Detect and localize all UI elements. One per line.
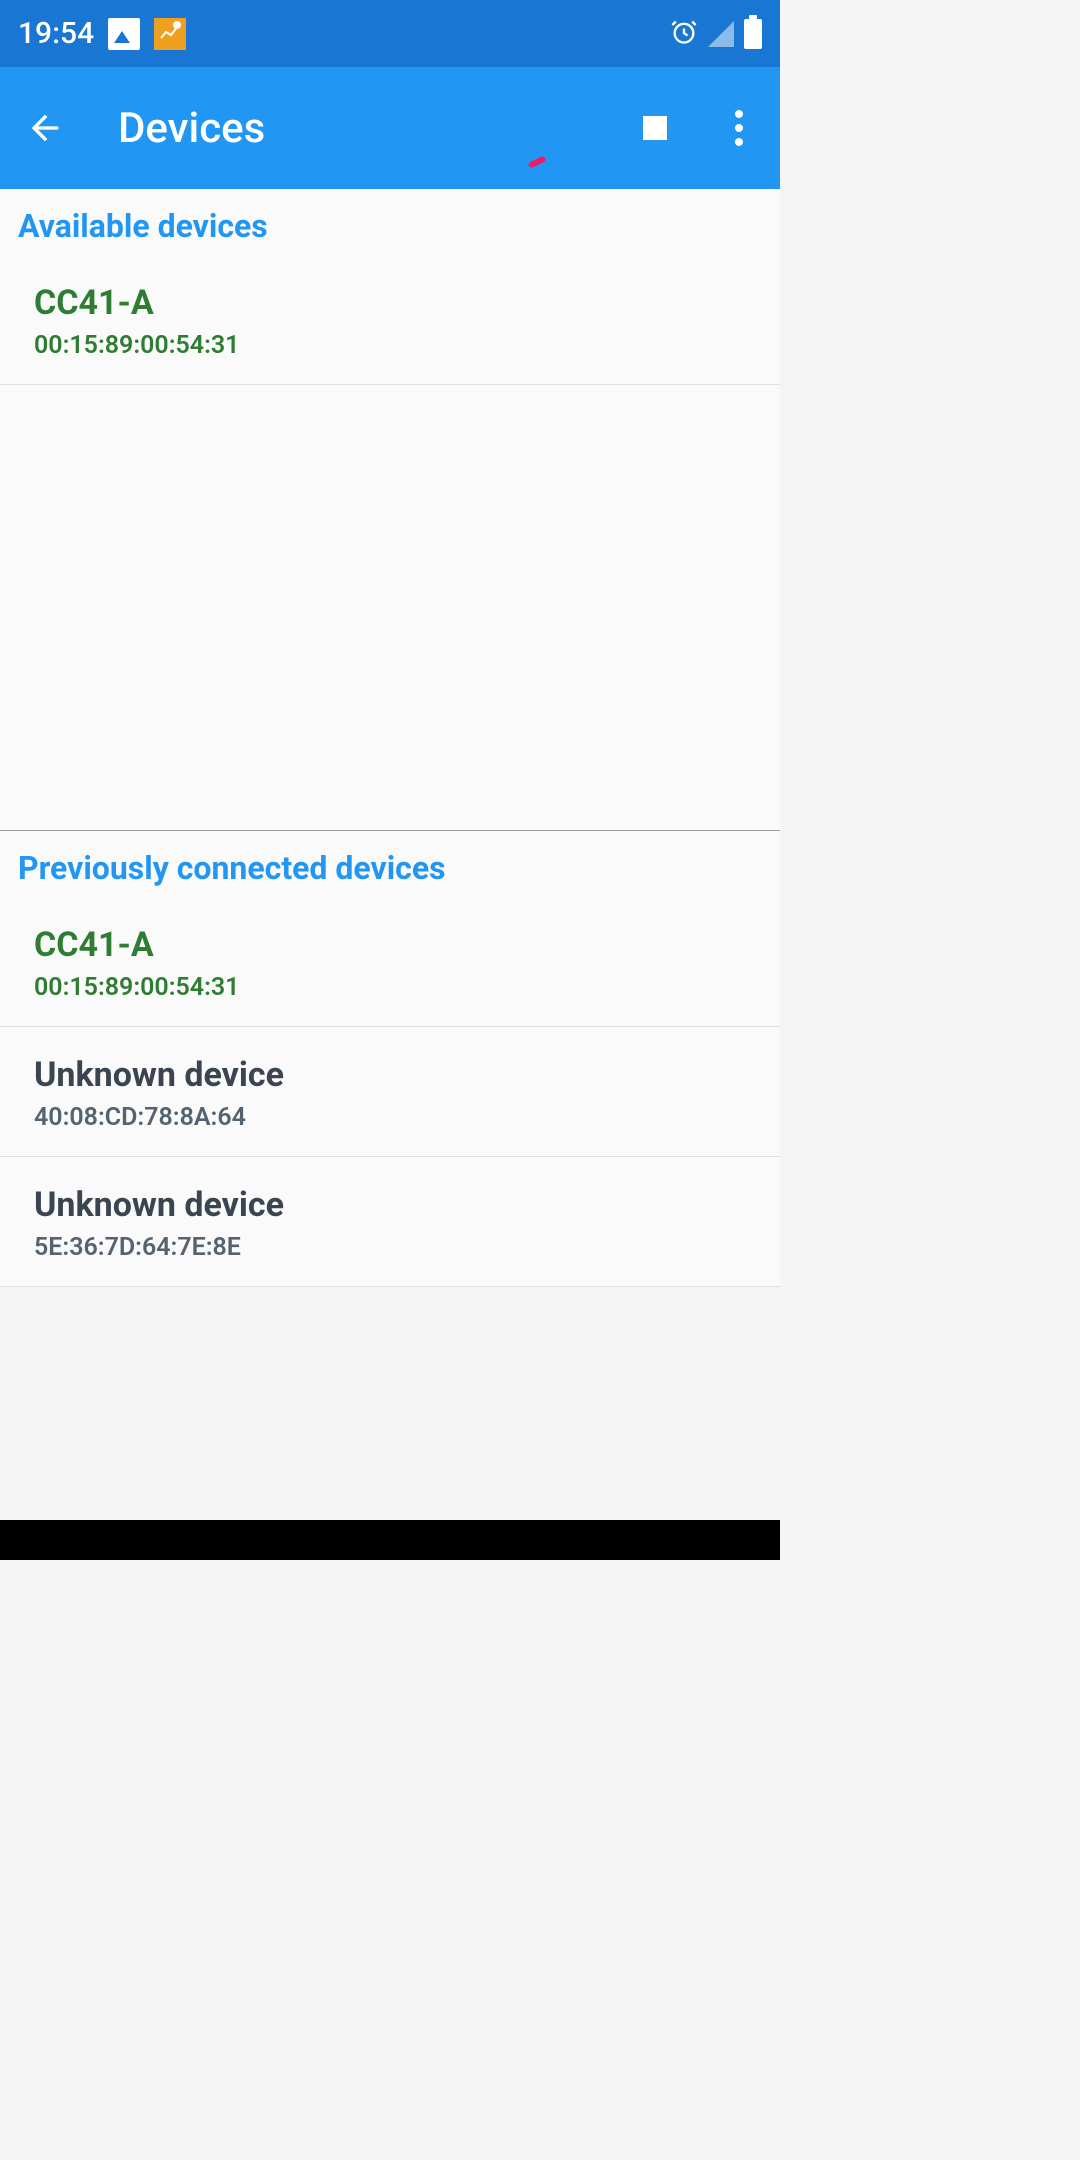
section-gap <box>0 385 780 831</box>
image-icon <box>108 18 140 50</box>
status-left: 19:54 <box>18 16 186 51</box>
available-devices-header: Available devices <box>0 189 780 255</box>
loading-spinner-icon <box>528 159 552 183</box>
more-vert-icon <box>735 110 743 118</box>
device-name: CC41-A <box>34 283 746 323</box>
device-item[interactable]: Unknown device 5E:36:7D:64:7E:8E <box>0 1157 780 1287</box>
device-name: CC41-A <box>34 925 746 965</box>
more-options-button[interactable] <box>714 103 764 153</box>
stop-button[interactable] <box>630 103 680 153</box>
chart-app-icon <box>154 18 186 50</box>
device-name: Unknown device <box>34 1055 746 1095</box>
signal-icon <box>708 21 734 47</box>
device-name: Unknown device <box>34 1185 746 1225</box>
app-title: Devices <box>118 104 265 153</box>
device-address: 00:15:89:00:54:31 <box>34 331 746 360</box>
status-time: 19:54 <box>18 16 94 51</box>
stop-icon <box>643 116 667 140</box>
arrow-back-icon <box>25 108 65 148</box>
alarm-icon <box>670 18 698 50</box>
back-button[interactable] <box>20 103 70 153</box>
app-bar: Devices <box>0 67 780 189</box>
device-item[interactable]: CC41-A 00:15:89:00:54:31 <box>0 897 780 1027</box>
device-address: 00:15:89:00:54:31 <box>34 973 746 1002</box>
navigation-bar <box>0 1520 780 1560</box>
device-address: 40:08:CD:78:8A:64 <box>34 1103 746 1132</box>
status-bar: 19:54 <box>0 0 780 67</box>
previously-connected-header: Previously connected devices <box>0 831 780 897</box>
content: Available devices CC41-A 00:15:89:00:54:… <box>0 189 780 1287</box>
status-right <box>670 18 762 50</box>
device-item[interactable]: CC41-A 00:15:89:00:54:31 <box>0 255 780 385</box>
device-item[interactable]: Unknown device 40:08:CD:78:8A:64 <box>0 1027 780 1157</box>
battery-icon <box>744 19 762 49</box>
device-address: 5E:36:7D:64:7E:8E <box>34 1233 746 1262</box>
